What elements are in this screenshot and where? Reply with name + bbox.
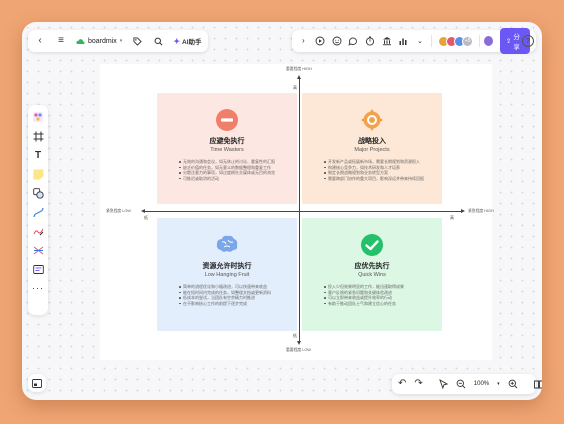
user-avatar[interactable] (483, 35, 494, 47)
library-icon[interactable] (381, 35, 392, 47)
minus-circle-icon (216, 109, 238, 131)
connector-icon[interactable] (32, 206, 44, 218)
zoom-dropdown-icon[interactable]: ▾ (497, 378, 500, 390)
arrow-down-icon (297, 341, 301, 345)
axis-label-right: 紧急程度 HIGH (468, 209, 494, 213)
cloud-icon (76, 38, 85, 44)
quadrant-title: 战略投入 (358, 138, 386, 145)
more-tools-icon[interactable]: ··· (32, 282, 44, 294)
arrow-left-icon (141, 209, 145, 213)
vertical-axis (299, 77, 300, 343)
brand-name: boardmix (88, 37, 117, 45)
cursor-icon[interactable] (438, 378, 448, 390)
zoom-in-icon[interactable] (508, 378, 518, 390)
check-circle-icon (361, 234, 383, 256)
left-toolbar: T ··· (28, 105, 48, 315)
back-icon[interactable]: ‹ (34, 35, 46, 47)
expand-icon[interactable]: › (298, 35, 309, 47)
help-button[interactable]: ? (522, 35, 534, 47)
top-left-toolbar: ‹ ≡ boardmix ▾ ✦ AI助手 (28, 30, 208, 52)
quadrant-title: 资源允许时执行 (202, 263, 252, 270)
sticky-note-icon[interactable] (32, 168, 44, 180)
tick-right: 高 (450, 215, 454, 220)
list-item: 有助于推动团队士气和建立信心的任务 (324, 301, 426, 307)
minimap-button[interactable] (28, 374, 46, 392)
quadrant-subtitle: Time Wasters (210, 147, 244, 153)
share-icon: ⇪ (505, 38, 512, 45)
top-right-toolbar: › ⌄ +5 ⇪ 分享 (292, 28, 536, 54)
quadrant-subtitle: Major Projects (354, 147, 390, 153)
toolbar-divider (479, 35, 481, 47)
target-icon (361, 109, 383, 131)
redo-icon[interactable]: ↷ (414, 378, 422, 390)
quadrant-list: 开发新产品或拓展新市场，需要长期规划和资源投入 构建核心竞争力，如技术研发和人才… (324, 159, 426, 181)
tick-top: 高 (293, 85, 297, 90)
undo-icon[interactable]: ↶ (398, 378, 406, 390)
arrow-up-icon (297, 75, 301, 79)
emoji-reaction-icon[interactable] (331, 35, 342, 47)
axis-label-top: 重要程度 HIGH (286, 67, 312, 71)
timer-icon[interactable] (365, 35, 376, 47)
search-icon[interactable] (152, 35, 164, 47)
quadrant-list: 投入少但效果明显的工作，能迅速取得成果 客户反馈的紧急问题和关键体验改进 可以立… (324, 284, 426, 306)
quadrant-title: 应避免执行 (209, 138, 245, 145)
mindmap-icon[interactable] (32, 244, 44, 256)
horizontal-axis (143, 211, 463, 212)
ai-assistant-button[interactable]: ✦ AI助手 (173, 36, 202, 47)
play-icon[interactable] (315, 35, 326, 47)
list-item: 可推迟或取消的活动 (179, 176, 281, 182)
board-canvas[interactable]: 应避免执行 Time Wasters 无效的沟通和会议，如无休止的讨论、重复性的… (100, 64, 494, 360)
list-item: 需要跨部门协作的重大项目，影响深远并带来持续回报 (324, 176, 426, 182)
brand-logo[interactable]: boardmix ▾ (76, 38, 122, 45)
tick-left: 低 (144, 215, 148, 220)
avatar-more-count: +5 (462, 35, 474, 47)
minimap-icon (32, 378, 42, 388)
comment-icon[interactable] (348, 35, 359, 47)
tick-bottom: 低 (293, 333, 297, 338)
list-item: 在不影响核心工作的前提下逐步完成 (179, 301, 281, 307)
quadrant-low-hanging-fruit[interactable]: 资源允许时执行 Low Hanging Fruit 简单的流程优化和小幅改进，可… (157, 218, 297, 331)
quadrant-list: 无效的沟通和会议，如无休止的讨论、重复性的汇报 缺乏价值的任务，如无意义的数据整… (179, 159, 281, 181)
menu-icon[interactable]: ≡ (55, 35, 67, 47)
template-icon[interactable] (32, 111, 44, 123)
zoom-out-icon[interactable] (456, 378, 466, 390)
quadrant-subtitle: Low Hanging Fruit (204, 272, 250, 278)
toolbar-divider (431, 35, 433, 47)
ai-assistant-label: AI助手 (182, 39, 202, 46)
tag-icon[interactable] (131, 35, 143, 47)
media-icon[interactable] (32, 263, 44, 275)
bottom-right-toolbar: ↶ ↷ 100% ▾ (392, 374, 542, 394)
collaborator-avatars[interactable]: +5 (438, 35, 474, 47)
chevron-down-icon: ▾ (119, 38, 123, 44)
book-icon[interactable] (533, 378, 542, 390)
quadrant-major-projects[interactable]: 战略投入 Major Projects 开发新产品或拓展新市场，需要长期规划和资… (302, 93, 442, 204)
arrow-right-icon (461, 209, 465, 213)
axis-label-bottom: 重要程度 LOW (286, 348, 311, 352)
more-down-icon[interactable]: ⌄ (415, 35, 426, 47)
axis-label-left: 紧急程度 LOW (106, 209, 131, 213)
shape-icon[interactable] (32, 187, 44, 199)
quadrant-subtitle: Quick Wins (358, 272, 386, 278)
frame-icon[interactable] (32, 130, 44, 142)
help-icon: ? (526, 37, 530, 45)
quadrant-time-wasters[interactable]: 应避免执行 Time Wasters 无效的沟通和会议，如无休止的讨论、重复性的… (157, 93, 297, 204)
brain-icon (216, 235, 238, 252)
pen-icon[interactable] (32, 225, 44, 237)
ai-sparkle-icon: ✦ (173, 36, 181, 46)
chart-icon[interactable] (398, 35, 409, 47)
quadrant-title: 应优先执行 (354, 263, 390, 270)
app-window: ‹ ≡ boardmix ▾ ✦ AI助手 › ⌄ +5 ⇪ 分享 ? T ··… (22, 22, 542, 400)
quadrant-list: 简单的流程优化和小幅改进，可以快速带来收益 能在短时间内完成的任务，如整理文档或… (179, 284, 281, 306)
zoom-level[interactable]: 100% (474, 381, 489, 387)
quadrant-quick-wins[interactable]: 应优先执行 Quick Wins 投入少但效果明显的工作，能迅速取得成果 客户反… (302, 218, 442, 331)
text-icon[interactable]: T (32, 149, 44, 161)
